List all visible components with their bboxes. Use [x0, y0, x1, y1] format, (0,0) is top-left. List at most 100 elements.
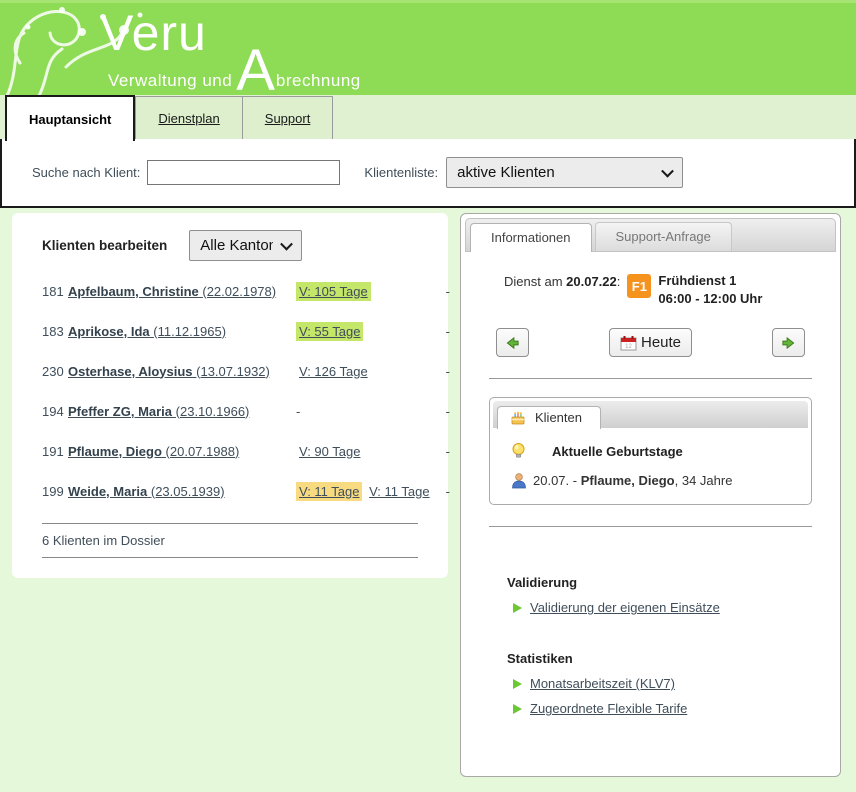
- info-panel-tabs: InformationenSupport-Anfrage: [465, 218, 836, 252]
- client-birthdate: (23.05.1939): [151, 484, 225, 499]
- client-name-link[interactable]: Pflaume, Diego (20.07.1988): [68, 444, 239, 459]
- section-link[interactable]: Monatsarbeitszeit (KLV7): [530, 676, 675, 691]
- person-icon: [511, 472, 527, 489]
- shift-title: Frühdienst 1: [658, 273, 736, 288]
- client-birthdate: (23.10.1966): [176, 404, 250, 419]
- client-name: Pfeffer ZG, Maria: [68, 404, 172, 419]
- canton-select[interactable]: Alle Kantone: [189, 230, 302, 261]
- client-name-link[interactable]: Osterhase, Aloysius (13.07.1932): [68, 364, 270, 379]
- client-dash: -: [438, 484, 450, 499]
- tab-informationen[interactable]: Informationen: [470, 223, 592, 252]
- statistiken-heading: Statistiken: [507, 651, 815, 666]
- arrow-link-row: Monatsarbeitszeit (KLV7): [513, 676, 815, 691]
- client-name: Aprikose, Ida: [68, 324, 150, 339]
- vacation-link-1[interactable]: V: 126 Tage: [296, 362, 371, 381]
- client-id: 199: [42, 484, 68, 499]
- search-input[interactable]: [147, 160, 340, 185]
- klienten-box: Klienten Aktuelle Geburtstage: [489, 397, 812, 505]
- tab-support[interactable]: Support: [243, 96, 334, 139]
- client-birthdate: (20.07.1988): [166, 444, 240, 459]
- page: Veru Verwaltung und A brechnung Hauptans…: [0, 0, 856, 792]
- client-dash: -: [438, 404, 450, 419]
- validierung-heading: Validierung: [507, 575, 815, 590]
- client-name: Pflaume, Diego: [68, 444, 162, 459]
- logo-subtitle-right: brechnung: [276, 71, 361, 91]
- client-name-link[interactable]: Aprikose, Ida (11.12.1965): [68, 324, 226, 339]
- client-list-select[interactable]: aktive Klienten: [446, 157, 683, 188]
- vacation-link-1[interactable]: V: 105 Tage: [296, 282, 371, 301]
- client-vacation-cell: V: 105 Tage: [296, 284, 438, 299]
- tab-link[interactable]: Support: [265, 111, 311, 126]
- client-row: 199 Weide, Maria (23.05.1939) V: 11 Tage…: [30, 471, 430, 511]
- vacation-link-1[interactable]: V: 55 Tage: [296, 322, 363, 341]
- client-name-link[interactable]: Pfeffer ZG, Maria (23.10.1966): [68, 404, 249, 419]
- client-id: 183: [42, 324, 68, 339]
- tab-klienten[interactable]: Klienten: [497, 406, 601, 429]
- dossier-count: 6 Klienten im Dossier: [30, 524, 430, 557]
- dienst-row: Dienst am 20.07.22: F1 Frühdienst 1 06:0…: [504, 272, 815, 308]
- app-logo: Veru Verwaltung und A brechnung: [108, 7, 361, 91]
- shift-info: Frühdienst 1 06:00 - 12:00 Uhr: [658, 272, 762, 308]
- client-dash: -: [438, 444, 450, 459]
- tab-support-anfrage[interactable]: Support-Anfrage: [595, 222, 732, 251]
- next-day-button[interactable]: [772, 328, 805, 357]
- client-list-label: Klientenliste:: [364, 165, 438, 180]
- canton-select-wrap: Alle Kantone: [189, 230, 302, 261]
- client-id: 181: [42, 284, 68, 299]
- vacation-link-1[interactable]: V: 11 Tage: [296, 482, 362, 501]
- logo-subtitle-left: Verwaltung und: [108, 71, 232, 91]
- client-name-link[interactable]: Weide, Maria (23.05.1939): [68, 484, 225, 499]
- client-vacation-cell: V: 55 Tage: [296, 324, 438, 339]
- statistiken-section: Statistiken Monatsarbeitszeit (KLV7) Zug…: [486, 651, 815, 716]
- arrow-left-icon: [505, 335, 520, 351]
- client-row: 183 Aprikose, Ida (11.12.1965) V: 55 Tag…: [30, 311, 430, 351]
- birthdays-heading: Aktuelle Geburtstage: [552, 444, 683, 459]
- green-triangle-icon: [513, 679, 522, 689]
- vacation-link-2[interactable]: V: 11 Tage: [366, 482, 432, 501]
- client-id: 230: [42, 364, 68, 379]
- vacation-link-1: -: [296, 402, 303, 421]
- content: Klienten bearbeiten Alle Kantone 181 Apf…: [0, 208, 856, 777]
- dienst-label: Dienst am 20.07.22:: [504, 272, 620, 289]
- previous-day-button[interactable]: [496, 328, 529, 357]
- clients-panel: Klienten bearbeiten Alle Kantone 181 Apf…: [12, 213, 448, 578]
- today-button[interactable]: 12 Heute: [609, 328, 692, 357]
- client-row: 191 Pflaume, Diego (20.07.1988) V: 90 Ta…: [30, 431, 430, 471]
- divider: [489, 378, 812, 379]
- shift-badge: F1: [627, 274, 651, 298]
- calendar-icon: 12: [620, 335, 637, 351]
- client-birthdate: (22.02.1978): [202, 284, 276, 299]
- statistiken-links: Monatsarbeitszeit (KLV7) Zugeordnete Fle…: [486, 676, 815, 716]
- client-row: 194 Pfeffer ZG, Maria (23.10.1966) - -: [30, 391, 430, 431]
- client-name: Osterhase, Aloysius: [68, 364, 193, 379]
- shift-time: 06:00 - 12:00 Uhr: [658, 291, 762, 306]
- client-birthdate: (13.07.1932): [196, 364, 270, 379]
- client-name: Apfelbaum, Christine: [68, 284, 199, 299]
- validierung-section: Validierung Validierung der eigenen Eins…: [486, 575, 815, 615]
- client-rows: 181 Apfelbaum, Christine (22.02.1978) V:…: [30, 271, 430, 511]
- date-navigation: 12 Heute: [496, 328, 805, 357]
- green-triangle-icon: [513, 704, 522, 714]
- clients-panel-title: Klienten bearbeiten: [42, 238, 167, 253]
- today-button-label: Heute: [641, 334, 681, 351]
- klienten-box-tabbar: Klienten: [493, 401, 808, 428]
- client-vacation-cell: V: 11 Tage V: 11 Tage: [296, 484, 438, 499]
- tab-dienstplan[interactable]: Dienstplan: [135, 96, 242, 139]
- section-link[interactable]: Zugeordnete Flexible Tarife: [530, 701, 687, 716]
- search-bar: Suche nach Klient: Klientenliste: aktive…: [0, 137, 856, 208]
- app-header: Veru Verwaltung und A brechnung: [0, 0, 856, 95]
- tab-link[interactable]: Dienstplan: [158, 111, 219, 126]
- divider: [489, 526, 812, 527]
- section-link[interactable]: Validierung der eigenen Einsätze: [530, 600, 720, 615]
- client-id: 191: [42, 444, 68, 459]
- svg-text:12: 12: [625, 344, 632, 350]
- client-birthdate: (11.12.1965): [153, 324, 226, 339]
- birthday-entry: 20.07. - Pflaume, Diego, 34 Jahre: [533, 473, 732, 488]
- vacation-link-1[interactable]: V: 90 Tage: [296, 442, 363, 461]
- main-tabs: Hauptansicht Dienstplan Support: [0, 95, 856, 139]
- client-name: Weide, Maria: [68, 484, 147, 499]
- tab-hauptansicht[interactable]: Hauptansicht: [5, 95, 135, 141]
- validierung-links: Validierung der eigenen Einsätze: [486, 600, 815, 615]
- client-dash: -: [438, 284, 450, 299]
- client-name-link[interactable]: Apfelbaum, Christine (22.02.1978): [68, 284, 276, 299]
